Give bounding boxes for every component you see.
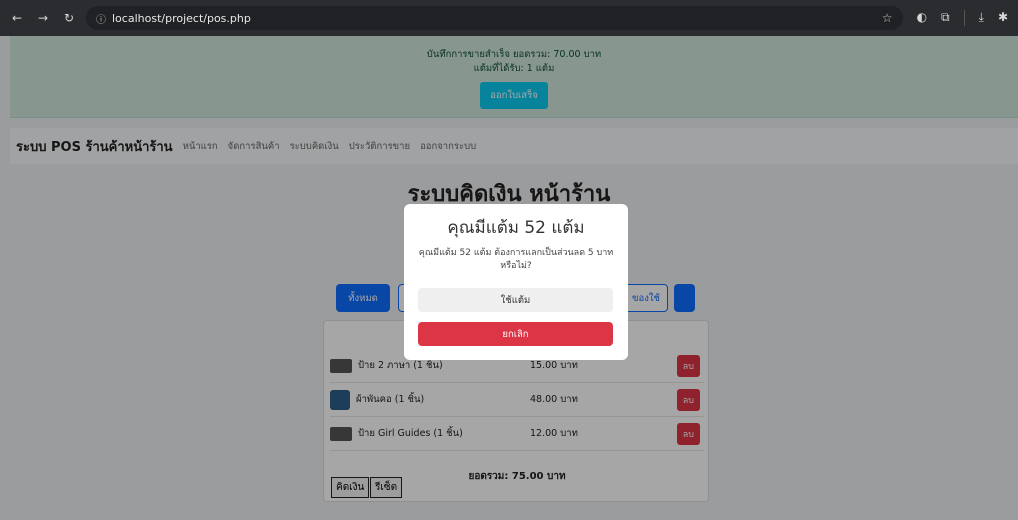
- browser-extensions: ◐ ⧉ ⤓ ✱: [917, 10, 1008, 26]
- reload-icon[interactable]: ↻: [62, 11, 76, 25]
- browser-toolbar: ← → ↻ ⓘ localhost/project/pos.php ☆ ◐ ⧉ …: [0, 0, 1018, 36]
- browser-nav: ← → ↻: [10, 11, 76, 25]
- modal-message: คุณมีแต้ม 52 แต้ม ต้องการแลกเป็นส่วนลด 5…: [418, 248, 614, 271]
- cancel-button[interactable]: ยกเลิก: [418, 322, 613, 346]
- address-bar[interactable]: ⓘ localhost/project/pos.php ☆: [86, 6, 903, 30]
- tools-icon[interactable]: ✱: [998, 10, 1008, 26]
- back-icon[interactable]: ←: [10, 11, 24, 25]
- puzzle-icon[interactable]: ⧉: [941, 10, 950, 26]
- forward-icon[interactable]: →: [36, 11, 50, 25]
- site-info-icon[interactable]: ⓘ: [96, 11, 106, 26]
- download-icon[interactable]: ⤓: [979, 10, 984, 26]
- extension-icon[interactable]: ◐: [917, 10, 927, 26]
- use-points-button[interactable]: ใช้แต้ม: [418, 288, 613, 312]
- points-modal: คุณมีแต้ม 52 แต้ม คุณมีแต้ม 52 แต้ม ต้อง…: [404, 204, 628, 360]
- url-text: localhost/project/pos.php: [112, 11, 251, 25]
- bookmark-star-icon[interactable]: ☆: [882, 11, 893, 25]
- modal-title: คุณมีแต้ม 52 แต้ม: [447, 218, 585, 238]
- toolbar-divider: [963, 10, 965, 26]
